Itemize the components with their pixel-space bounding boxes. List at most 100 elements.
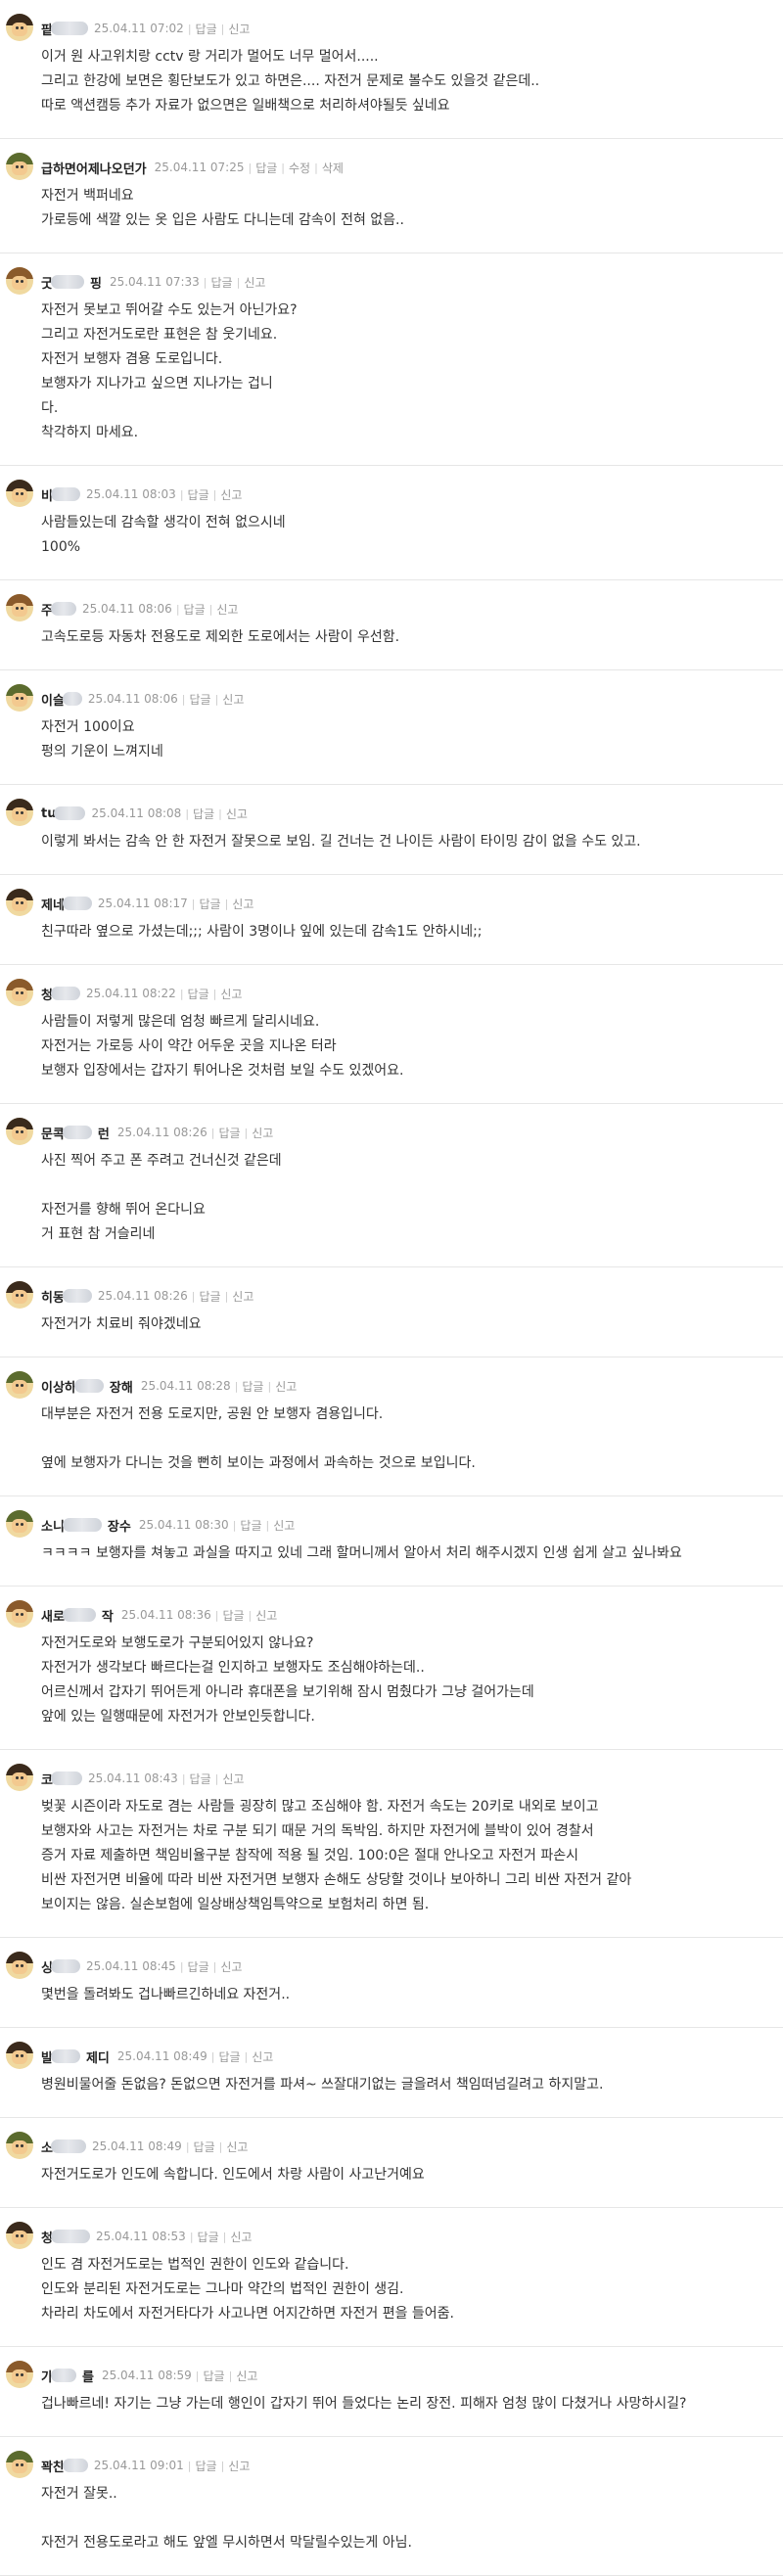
avatar[interactable] [6,1600,33,1628]
avatar[interactable] [6,2132,33,2159]
comment-text-line: 자전거가 생각보다 빠르다는걸 인지하고 보행자도 조심해야하는데.. [41,1660,425,1676]
avatar[interactable] [6,480,33,507]
nickname-suffix[interactable]: 제디 [86,2047,110,2066]
comment-action-link[interactable]: 답글 [188,1958,209,1975]
comment-action-link[interactable]: 답글 [198,2229,219,2245]
comment-meta: 꽉찬 25.04.11 09:01 | 답글 | 신고 [41,2455,773,2476]
comment-text-line: 이렇게 봐서는 감속 안 한 자전거 잘못으로 보임. 길 건너는 건 나이든 … [41,834,641,850]
comment-action-link[interactable]: 답글 [194,2139,215,2155]
comment-action-link[interactable]: 신고 [236,2368,257,2384]
masked-nickname [50,2230,90,2243]
nickname[interactable]: 급하면어제나오던가 [41,159,147,177]
nickname[interactable]: 이상하 [41,1377,76,1396]
comment-action-link[interactable]: 답글 [196,21,217,37]
comment-action-link[interactable]: 신고 [252,1125,273,1141]
comment-action-link[interactable]: 신고 [216,601,238,618]
avatar[interactable] [6,1764,33,1791]
comment-item: 주 25.04.11 08:06 | 답글 | 신고 고속도로등 자동차 전용도로 제외한 … [0,580,783,670]
nickname-suffix[interactable]: 장해 [110,1377,133,1396]
comment-action-link[interactable]: 신고 [222,1771,244,1787]
comment-text-line: 자전거 잘못.. [41,2486,117,2502]
comment-action-link[interactable]: 수정 [289,160,310,176]
comment-action-link[interactable]: 답글 [195,2458,216,2474]
comment-item: 히동 25.04.11 08:26 | 답글 | 신고 자전거가 치료비 줘야겠네요 [0,1267,783,1357]
comment-action-link[interactable]: 답글 [222,1607,244,1624]
avatar[interactable] [6,1510,33,1538]
comment-action-link[interactable]: 신고 [230,2229,252,2245]
comment-action-link[interactable]: 신고 [275,1378,297,1395]
avatar[interactable] [6,684,33,712]
comment-action-link[interactable]: 신고 [252,2048,273,2065]
avatar[interactable] [6,2451,33,2478]
comment-action-link[interactable]: 답글 [211,274,233,291]
comment-action-link[interactable]: 신고 [255,1607,277,1624]
comment-action-link[interactable]: 신고 [244,274,265,291]
meta-separator: | [214,1771,219,1785]
avatar[interactable] [6,1118,33,1145]
avatar[interactable] [6,2222,33,2249]
comment-action-link[interactable]: 신고 [232,1288,253,1305]
avatar[interactable] [6,2042,33,2069]
comment-action-link[interactable]: 신고 [226,805,248,822]
comment-action-link[interactable]: 신고 [220,1958,242,1975]
comment-action-link[interactable]: 답글 [218,1125,240,1141]
avatar[interactable] [6,979,33,1006]
nickname-suffix[interactable]: 핑 [90,273,102,292]
comment-time: 25.04.11 08:45 [85,1959,176,1973]
nickname-suffix[interactable]: 를 [82,2367,94,2385]
avatar[interactable] [6,2361,33,2388]
comment-action-link[interactable]: 삭제 [322,160,344,176]
comment-action-link[interactable]: 답글 [255,160,277,176]
avatar[interactable] [6,594,33,621]
comment-action-link[interactable]: 신고 [220,986,242,1002]
avatar[interactable] [6,267,33,295]
comment-action-link[interactable]: 답글 [242,1378,263,1395]
meta-separator: | [248,161,253,174]
comment-action-link[interactable]: 답글 [184,601,206,618]
meta-separator: | [267,1379,272,1393]
comment-action-link[interactable]: 답글 [199,1288,220,1305]
comment-action-link[interactable]: 답글 [218,2048,240,2065]
comment-action-link[interactable]: 답글 [240,1517,261,1534]
comment-time: 25.04.11 08:30 [138,1518,229,1532]
avatar[interactable] [6,799,33,826]
comment-action-link[interactable]: 신고 [228,21,250,37]
comment-meta: 소 25.04.11 08:49 | 답글 | 신고 [41,2136,773,2157]
comment-action-link[interactable]: 신고 [222,691,244,708]
nickname[interactable]: 이슬 [41,690,65,709]
avatar[interactable] [6,889,33,916]
comment-action-link[interactable]: 신고 [232,896,253,912]
comment-text-line [41,1427,773,1451]
nickname-suffix[interactable]: 장수 [108,1516,131,1535]
avatar[interactable] [6,1371,33,1399]
comment-action-link[interactable]: 답글 [189,691,210,708]
avatar[interactable] [6,153,33,180]
comment-text-line: 따로 액션캠등 추가 자료가 없으면은 일배책으로 처리하셔야될듯 싶네요 [41,98,450,114]
nickname[interactable]: 소니 [41,1516,65,1535]
comment-action-link[interactable]: 답글 [199,896,220,912]
masked-nickname [50,2049,80,2063]
nickname[interactable]: 새로 [41,1606,65,1625]
comment-action-link[interactable]: 신고 [273,1517,295,1534]
nickname-suffix[interactable]: 작 [102,1606,114,1625]
comment-action-link[interactable]: 답글 [188,986,209,1002]
nickname[interactable]: 제네 [41,895,65,913]
comment-text-line: 자전거는 가로등 사이 약간 어두운 곳을 지나온 터라 [41,1038,337,1054]
comment-body: 자전거 못보고 뛰어갈 수도 있는거 아닌가요? 그리고 자전거도로란 표현은 참… [41,299,773,445]
nickname[interactable]: 히동 [41,1287,65,1306]
comment-action-link[interactable]: 신고 [228,2458,250,2474]
nickname[interactable]: 문콕 [41,1124,65,1142]
avatar[interactable] [6,1281,33,1309]
meta-separator: | [195,2369,200,2382]
comment-action-link[interactable]: 답글 [190,1771,211,1787]
avatar[interactable] [6,14,33,41]
comment-action-link[interactable]: 신고 [220,486,242,503]
comment-action-link[interactable]: 답글 [188,486,209,503]
comment-action-link[interactable]: 답글 [204,2368,225,2384]
nickname[interactable]: 꽉찬 [41,2457,65,2475]
comment-action-link[interactable]: 답글 [193,805,214,822]
nickname-suffix[interactable]: 런 [98,1124,110,1142]
avatar[interactable] [6,1952,33,1979]
comment-action-link[interactable]: 신고 [226,2139,248,2155]
comment-meta: 제네 25.04.11 08:17 | 답글 | 신고 [41,893,773,914]
